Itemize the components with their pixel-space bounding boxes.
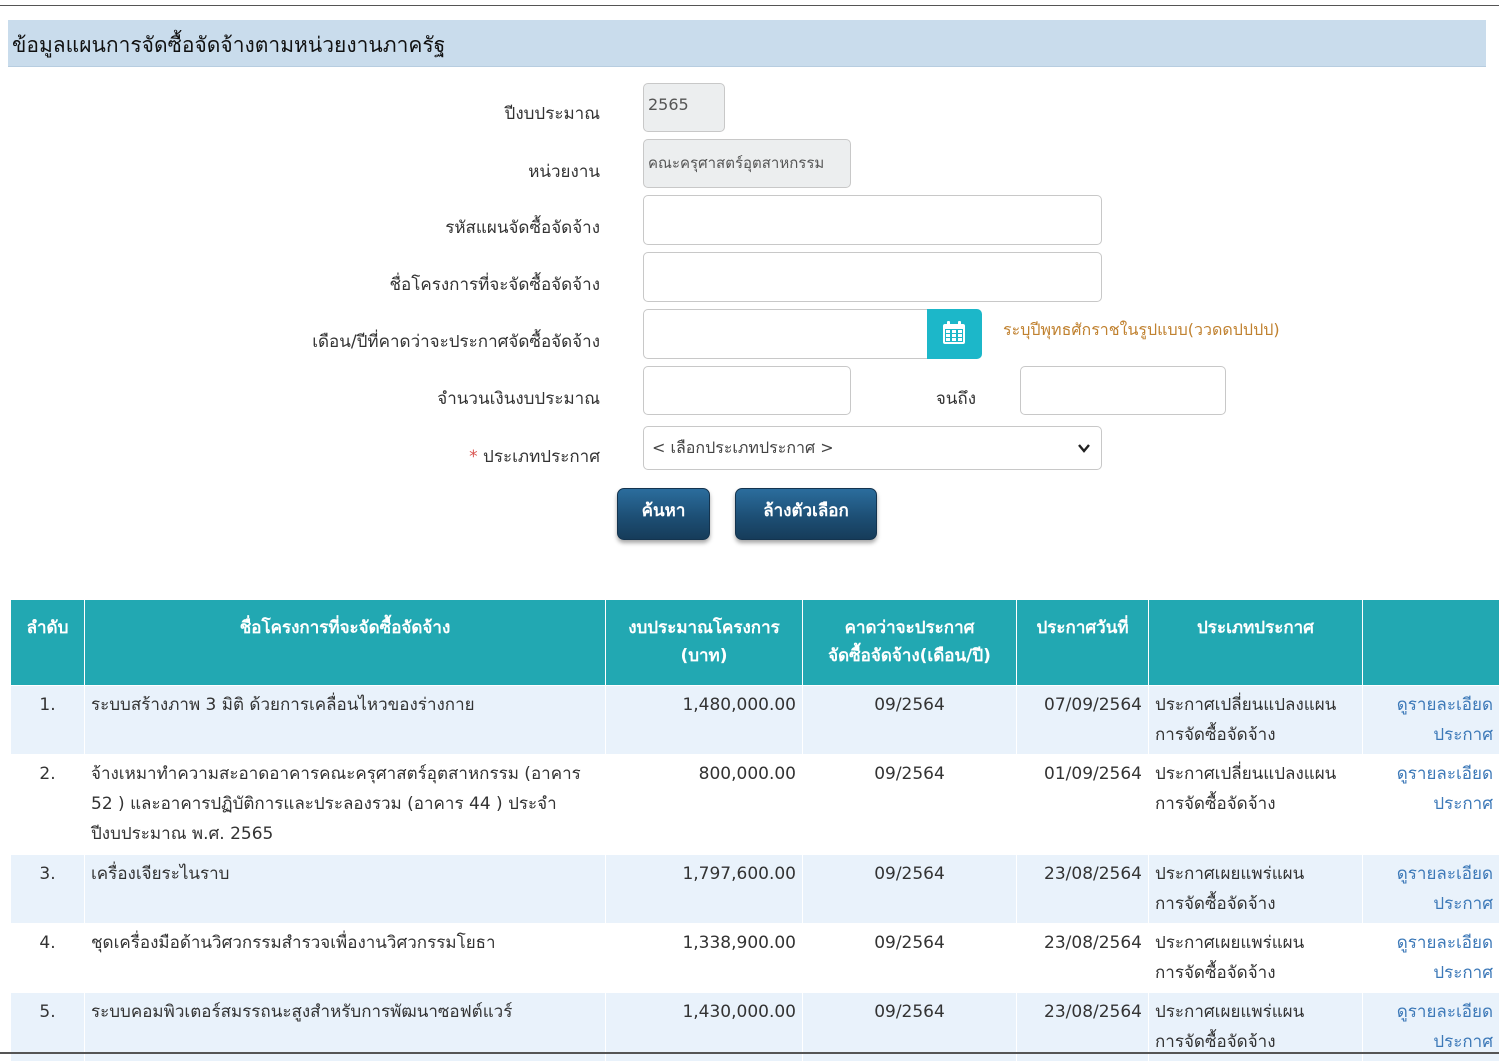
col-budget: งบประมาณโครงการ (บาท) [606, 600, 803, 686]
view-detail-line2: ประกาศ [1433, 794, 1493, 814]
row-expected: 09/2564 [803, 755, 1017, 855]
row-type: ประกาศเผยแพร่แผน การจัดซื้อจัดจ้าง [1149, 855, 1363, 924]
col-expected-line2: จัดซื้อจัดจ้าง(เดือน/ปี) [804, 642, 1015, 670]
row-date: 23/08/2564 [1017, 924, 1149, 993]
view-detail-link[interactable]: ดูรายละเอียด ประกาศ [1369, 997, 1493, 1057]
view-detail-line1: ดูรายละเอียด [1397, 933, 1493, 953]
fiscal-year-field: 2565 [643, 83, 725, 132]
row-budget: 800,000.00 [606, 755, 803, 855]
row-project: จ้างเหมาทำความสะอาดอาคารคณะครุศาสตร์อุตส… [85, 755, 606, 855]
project-name-input[interactable] [643, 252, 1102, 302]
col-action [1363, 600, 1499, 686]
col-project: ชื่อโครงการที่จะจัดซื้อจัดจ้าง [85, 600, 606, 686]
row-type-line2: การจัดซื้อจัดจ้าง [1155, 958, 1356, 988]
row-budget: 1,480,000.00 [606, 686, 803, 755]
calendar-button[interactable] [927, 309, 982, 359]
search-button[interactable]: ค้นหา [617, 488, 710, 540]
required-mark: * [469, 447, 478, 467]
row-seq: 1. [11, 686, 85, 755]
budget-label: จำนวนเงินงบประมาณ [300, 385, 600, 412]
row-expected: 09/2564 [803, 686, 1017, 755]
row-seq: 3. [11, 855, 85, 924]
view-detail-line1: ดูรายละเอียด [1397, 864, 1493, 884]
view-detail-link[interactable]: ดูรายละเอียด ประกาศ [1369, 859, 1493, 919]
row-seq: 4. [11, 924, 85, 993]
row-project: เครื่องเจียระไนราบ [85, 855, 606, 924]
row-action: ดูรายละเอียด ประกาศ [1363, 686, 1499, 755]
row-type: ประกาศเปลี่ยนแปลงแผน การจัดซื้อจัดจ้าง [1149, 755, 1363, 855]
col-announce-date: ประกาศวันที่ [1017, 600, 1149, 686]
page-title: ข้อมูลแผนการจัดซื้อจัดจ้างตามหน่วยงานภาค… [12, 29, 445, 62]
view-detail-line2: ประกาศ [1433, 725, 1493, 745]
row-type-line1: ประกาศเผยแพร่แผน [1155, 859, 1356, 889]
calendar-icon [941, 320, 967, 346]
row-budget: 1,797,600.00 [606, 855, 803, 924]
plan-code-input[interactable] [643, 195, 1102, 245]
col-announce-type: ประเภทประกาศ [1149, 600, 1363, 686]
row-action: ดูรายละเอียด ประกาศ [1363, 755, 1499, 855]
budget-to-input[interactable] [1020, 366, 1226, 415]
view-detail-line1: ดูรายละเอียด [1397, 1002, 1493, 1022]
view-detail-link[interactable]: ดูรายละเอียด ประกาศ [1369, 759, 1493, 819]
row-type: ประกาศเผยแพร่แผน การจัดซื้อจัดจ้าง [1149, 924, 1363, 993]
row-expected: 09/2564 [803, 855, 1017, 924]
frame-top-border [0, 5, 1499, 6]
row-seq: 2. [11, 755, 85, 855]
announce-type-label: ประเภทประกาศ [483, 447, 600, 467]
view-detail-line2: ประกาศ [1433, 963, 1493, 983]
row-date: 01/09/2564 [1017, 755, 1149, 855]
row-budget: 1,338,900.00 [606, 924, 803, 993]
row-project: ชุดเครื่องมือด้านวิศวกรรมสำรวจเพื่องานวิ… [85, 924, 606, 993]
view-detail-link[interactable]: ดูรายละเอียด ประกาศ [1369, 690, 1493, 750]
plan-code-label: รหัสแผนจัดซื้อจัดจ้าง [300, 214, 600, 241]
expected-month-hint: ระบุปีพุทธศักราชในรูปแบบ(ววดดปปปป) [1003, 318, 1280, 343]
budget-from-input[interactable] [643, 366, 851, 415]
row-type: ประกาศเปลี่ยนแปลงแผน การจัดซื้อจัดจ้าง [1149, 686, 1363, 755]
view-detail-link[interactable]: ดูรายละเอียด ประกาศ [1369, 928, 1493, 988]
table-row: 1. ระบบสร้างภาพ 3 มิติ ด้วยการเคลื่อนไหว… [11, 686, 1499, 755]
agency-label: หน่วยงาน [440, 158, 600, 185]
budget-to-label: จนถึง [900, 385, 976, 412]
table-row: 3. เครื่องเจียระไนราบ 1,797,600.00 09/25… [11, 855, 1499, 924]
page-header: ข้อมูลแผนการจัดซื้อจัดจ้างตามหน่วยงานภาค… [8, 20, 1486, 67]
view-detail-line2: ประกาศ [1433, 894, 1493, 914]
col-seq: ลำดับ [11, 600, 85, 686]
frame-bottom-border [0, 1052, 1499, 1054]
announce-type-select[interactable]: < เลือกประเภทประกาศ > [643, 426, 1102, 470]
announce-type-label-wrap: * ประเภทประกาศ [300, 443, 600, 470]
row-action: ดูรายละเอียด ประกาศ [1363, 924, 1499, 993]
row-type-line1: ประกาศเผยแพร่แผน [1155, 997, 1356, 1027]
row-date: 07/09/2564 [1017, 686, 1149, 755]
clear-button[interactable]: ล้างตัวเลือก [735, 488, 877, 540]
chevron-down-icon [1077, 427, 1091, 486]
plan-table: ลำดับ ชื่อโครงการที่จะจัดซื้อจัดจ้าง งบป… [10, 599, 1499, 1062]
fiscal-year-label: ปีงบประมาณ [440, 100, 600, 127]
table-row: 4. ชุดเครื่องมือด้านวิศวกรรมสำรวจเพื่องา… [11, 924, 1499, 993]
col-expected: คาดว่าจะประกาศ จัดซื้อจัดจ้าง(เดือน/ปี) [803, 600, 1017, 686]
view-detail-line1: ดูรายละเอียด [1397, 764, 1493, 784]
row-action: ดูรายละเอียด ประกาศ [1363, 855, 1499, 924]
row-type-line1: ประกาศเปลี่ยนแปลงแผน [1155, 759, 1356, 789]
announce-type-selected: < เลือกประเภทประกาศ > [652, 438, 834, 457]
expected-month-input[interactable] [643, 309, 929, 359]
project-name-label: ชื่อโครงการที่จะจัดซื้อจัดจ้าง [300, 271, 600, 298]
row-type-line2: การจัดซื้อจัดจ้าง [1155, 789, 1356, 819]
row-type-line1: ประกาศเปลี่ยนแปลงแผน [1155, 690, 1356, 720]
table-row: 2. จ้างเหมาทำความสะอาดอาคารคณะครุศาสตร์อ… [11, 755, 1499, 855]
view-detail-line1: ดูรายละเอียด [1397, 695, 1493, 715]
row-type-line2: การจัดซื้อจัดจ้าง [1155, 720, 1356, 750]
row-type-line1: ประกาศเผยแพร่แผน [1155, 928, 1356, 958]
agency-field: คณะครุศาสตร์อุตสาหกรรม [643, 139, 851, 188]
row-project: ระบบสร้างภาพ 3 มิติ ด้วยการเคลื่อนไหวของ… [85, 686, 606, 755]
col-budget-line1: งบประมาณโครงการ [607, 614, 801, 642]
expected-month-label: เดือน/ปีที่คาดว่าจะประกาศจัดซื้อจัดจ้าง [200, 328, 600, 355]
col-expected-line1: คาดว่าจะประกาศ [804, 614, 1015, 642]
view-detail-line2: ประกาศ [1433, 1032, 1493, 1052]
col-budget-line2: (บาท) [607, 642, 801, 670]
row-expected: 09/2564 [803, 924, 1017, 993]
table-header-row: ลำดับ ชื่อโครงการที่จะจัดซื้อจัดจ้าง งบป… [11, 600, 1499, 686]
row-date: 23/08/2564 [1017, 855, 1149, 924]
row-type-line2: การจัดซื้อจัดจ้าง [1155, 889, 1356, 919]
